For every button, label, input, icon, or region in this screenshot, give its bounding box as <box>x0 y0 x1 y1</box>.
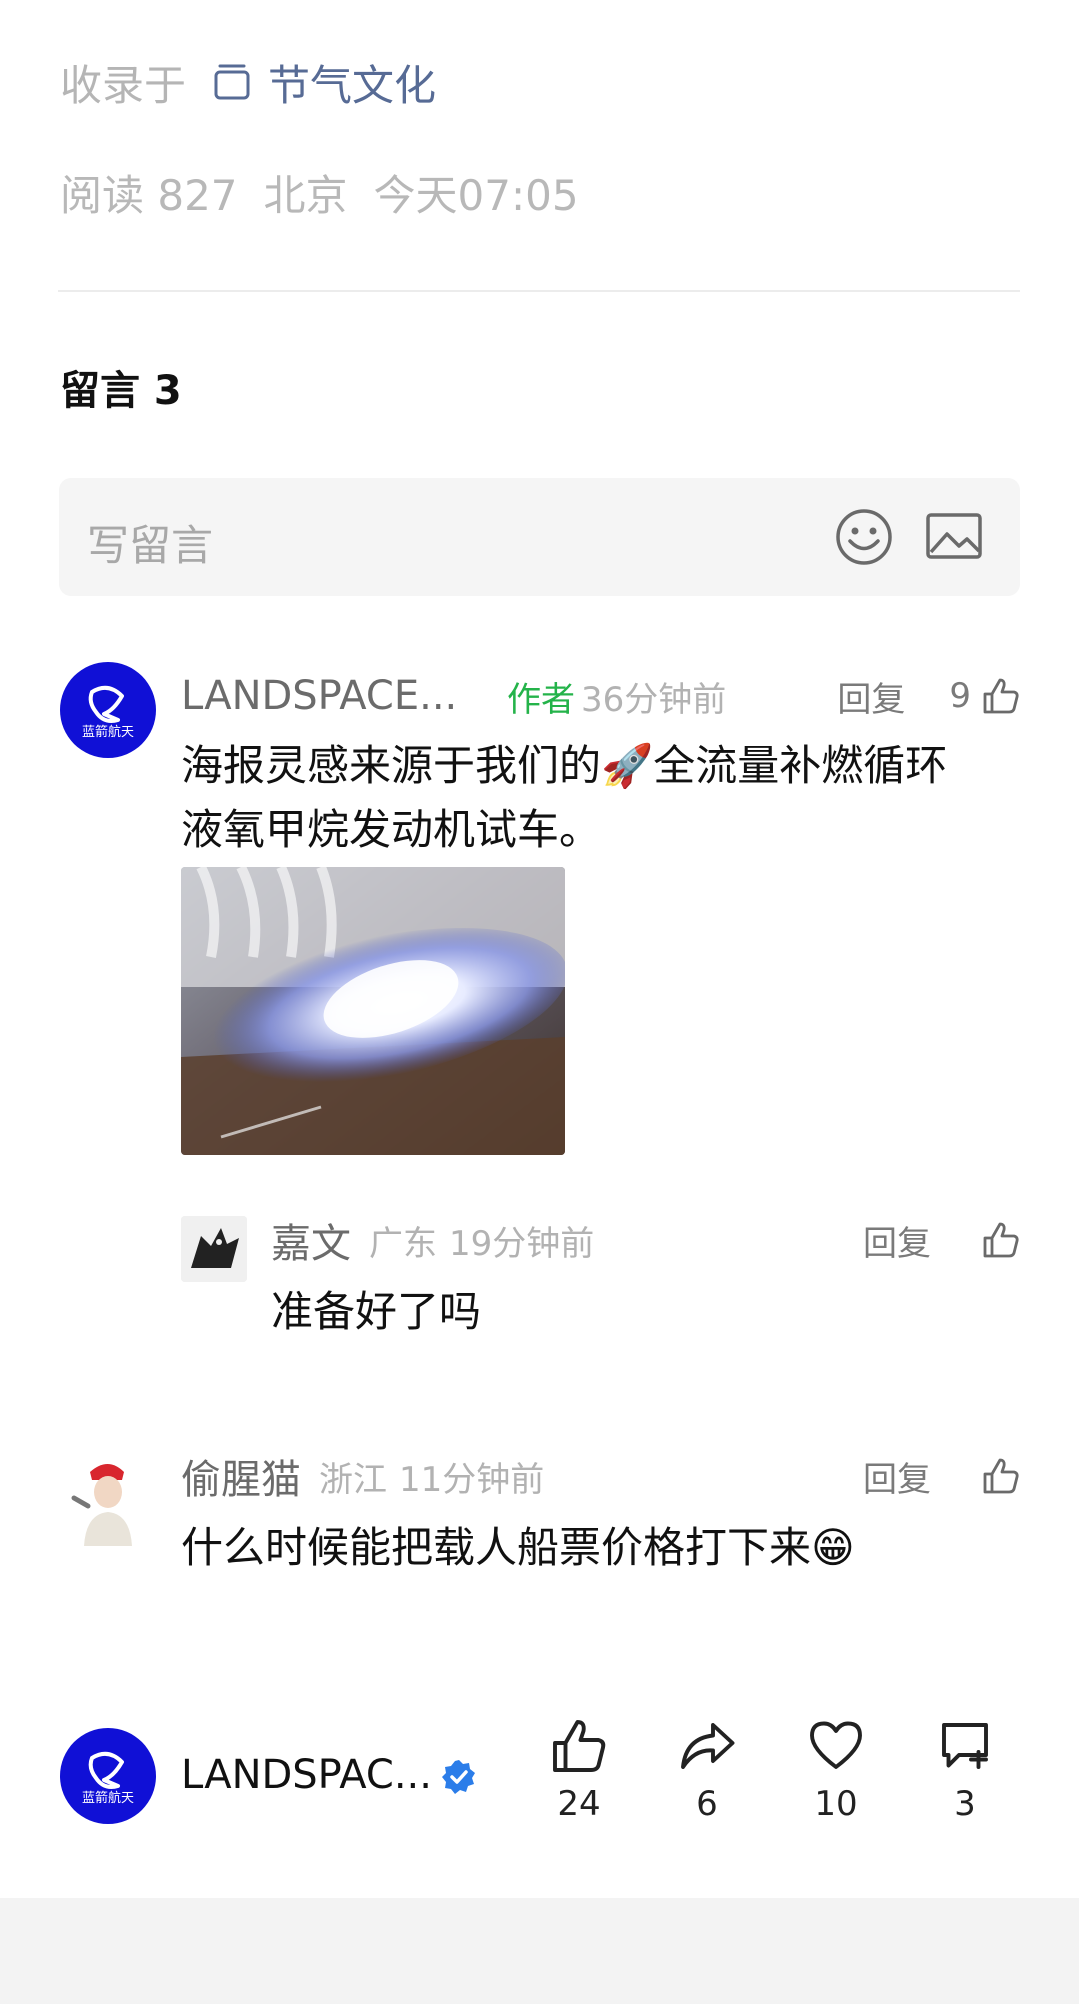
verified-badge-icon <box>440 1758 478 1796</box>
article-meta: 阅读 827 北京 今天07:05 <box>60 162 579 223</box>
comments-title: 留言 3 <box>60 368 182 414</box>
author-tag: 作者 <box>507 679 575 720</box>
reply-button[interactable]: 回复 <box>863 1452 931 1501</box>
comment-header: 偷腥猫 浙江 11分钟前 回复 <box>181 1447 1021 1505</box>
commenter-location: 浙江 <box>319 1459 387 1500</box>
collect-prefix: 收录于 <box>60 60 187 110</box>
commenter-name[interactable]: 嘉文 <box>271 1211 351 1269</box>
favorite-action[interactable]: 10 <box>791 1716 881 1824</box>
comment-text-line: 海报灵感来源于我们的🚀全流量补燃循环 <box>181 741 948 790</box>
comment-item: 蓝箭航天 LANDSPACE... 作者 36分钟前 回复 9 海报灵感来源于我… <box>0 650 1079 1160</box>
reply-button[interactable]: 回复 <box>837 672 905 721</box>
article-location: 北京 <box>263 171 348 220</box>
comment-action[interactable]: 3 <box>920 1716 1010 1824</box>
comment-text: 海报灵感来源于我们的🚀全流量补燃循环 液氧甲烷发动机试车。 <box>181 734 1021 862</box>
comment-time: 36分钟前 <box>581 679 727 720</box>
comment-text: 准备好了吗 <box>271 1287 482 1336</box>
thumbs-up-icon[interactable] <box>981 1220 1021 1260</box>
divider <box>58 290 1020 292</box>
like-count: 9 <box>949 676 971 716</box>
album-icon <box>212 62 252 102</box>
like-count: 24 <box>557 1784 601 1824</box>
comment-count: 3 <box>954 1784 976 1824</box>
image-icon[interactable] <box>925 512 983 560</box>
reply-button[interactable]: 回复 <box>863 1216 931 1265</box>
commenter-location: 广东 <box>369 1223 437 1264</box>
footer-area <box>0 1898 1079 2004</box>
favorite-count: 10 <box>814 1784 858 1824</box>
like-action[interactable]: 24 <box>534 1716 624 1824</box>
avatar-text: 蓝箭航天 <box>82 724 134 740</box>
album-link[interactable]: 节气文化 <box>268 52 436 113</box>
avatar[interactable]: 蓝箭航天 <box>60 662 156 758</box>
comment-item: 偷腥猫 浙江 11分钟前 回复 什么时候能把载人船票价格打下来😁 <box>0 1444 1079 1604</box>
comment-add-icon <box>920 1716 1010 1776</box>
commenter-name[interactable]: 偷腥猫 <box>181 1447 301 1505</box>
comment-text: 什么时候能把载人船票价格打下来😁 <box>181 1523 855 1572</box>
emoji-icon[interactable] <box>835 508 893 566</box>
reply-item: 嘉文 广东 19分钟前 回复 准备好了吗 <box>0 1210 1079 1340</box>
comment-time: 19分钟前 <box>449 1223 595 1264</box>
reply-header: 嘉文 广东 19分钟前 回复 <box>271 1211 1021 1269</box>
avatar[interactable] <box>181 1216 247 1282</box>
share-icon <box>662 1716 752 1776</box>
bottom-bar: 蓝箭航天 LANDSPAC... 24 6 10 3 <box>0 1716 1079 1842</box>
collection-row: 收录于 节气文化 <box>60 52 436 112</box>
share-action[interactable]: 6 <box>662 1716 752 1824</box>
thumbs-up-icon[interactable] <box>981 676 1021 716</box>
comment-text-line: 液氧甲烷发动机试车。 <box>181 805 602 854</box>
avatar-text: 蓝箭航天 <box>82 1790 134 1806</box>
avatar[interactable]: 蓝箭航天 <box>60 1728 156 1824</box>
comment-header: LANDSPACE... 作者 36分钟前 回复 9 <box>181 670 1021 722</box>
thumbs-up-icon <box>534 1716 624 1776</box>
comment-time: 11分钟前 <box>399 1459 545 1500</box>
heart-icon <box>791 1716 881 1776</box>
comment-input[interactable]: 写留言 <box>59 478 1020 596</box>
avatar[interactable] <box>60 1450 156 1546</box>
publish-time: 今天07:05 <box>373 171 579 220</box>
read-count: 阅读 827 <box>60 171 238 220</box>
account-name[interactable]: LANDSPAC... <box>181 1752 432 1798</box>
thumbs-up-icon[interactable] <box>981 1456 1021 1496</box>
commenter-name[interactable]: LANDSPACE... <box>181 673 507 719</box>
comment-image[interactable] <box>181 867 565 1155</box>
share-count: 6 <box>696 1784 718 1824</box>
comment-placeholder: 写留言 <box>87 521 214 570</box>
